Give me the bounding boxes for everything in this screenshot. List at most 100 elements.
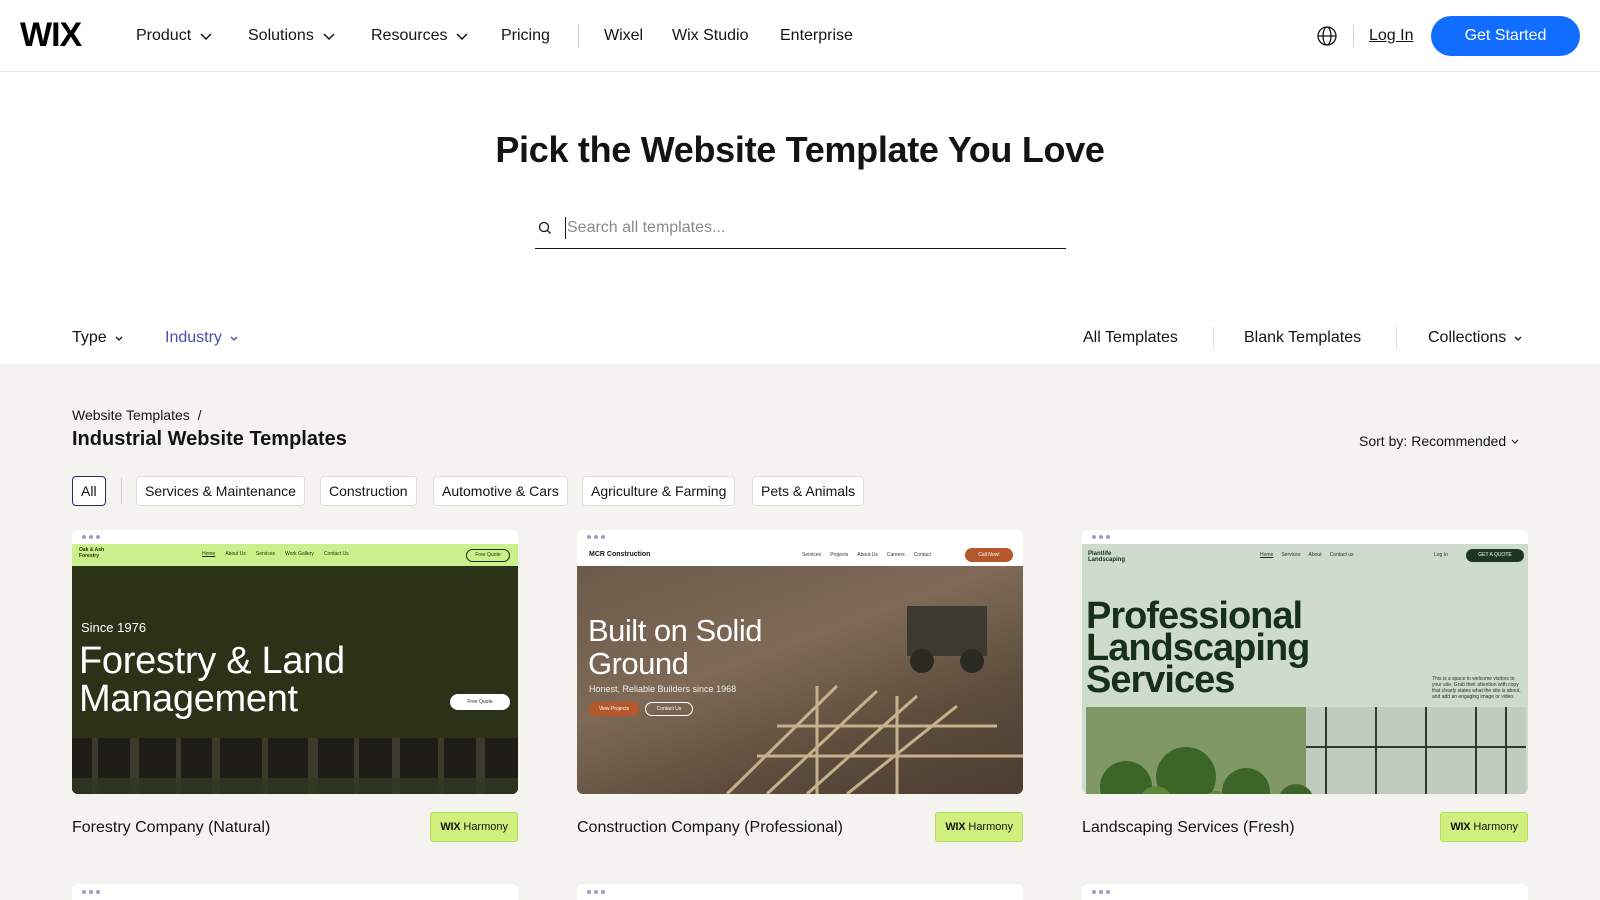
search-input[interactable] bbox=[565, 217, 1035, 239]
preview-brand: Plantlife Landscaping bbox=[1088, 551, 1126, 563]
nav-enterprise[interactable]: Enterprise bbox=[780, 26, 853, 46]
preview-eyebrow: Since 1976 bbox=[81, 620, 147, 635]
preview-nav-item: About Us bbox=[857, 552, 878, 558]
harmony-badge: WIX Harmony bbox=[1440, 812, 1528, 842]
preview-headline: Professional Landscaping Services bbox=[1086, 597, 1310, 699]
preview-brand: Oak & Ash Forestry bbox=[79, 547, 105, 559]
page-title: Pick the Website Template You Love bbox=[495, 129, 1105, 170]
preview-nav-item: Services bbox=[255, 551, 276, 557]
greenhouse-illustration bbox=[1086, 707, 1526, 794]
nav-divider bbox=[1353, 25, 1354, 47]
template-name[interactable]: Construction Company (Professional) bbox=[577, 818, 843, 838]
preview-nav: Home About Us Services Work Gallery Cont… bbox=[202, 551, 349, 557]
nav-resources-label: Resources bbox=[371, 27, 448, 44]
type-filter[interactable]: Type bbox=[72, 328, 125, 348]
template-card[interactable]: Oak & Ash Forestry Home About Us Service… bbox=[72, 530, 518, 842]
window-dots bbox=[1092, 890, 1110, 894]
blank-templates-link[interactable]: Blank Templates bbox=[1244, 328, 1361, 348]
preview-cta: Free Quote bbox=[450, 694, 510, 710]
filter-divider bbox=[1396, 327, 1397, 349]
collections-label: Collections bbox=[1428, 329, 1507, 346]
preview-nav-item: About bbox=[1308, 552, 1322, 558]
template-card-next[interactable] bbox=[1082, 884, 1528, 900]
template-thumbnail[interactable]: Oak & Ash Forestry Home About Us Service… bbox=[72, 530, 518, 794]
template-thumbnail[interactable]: Professional Landscaping Services This i… bbox=[1082, 530, 1528, 794]
breadcrumb-website-templates[interactable]: Website Templates bbox=[72, 407, 190, 423]
preview-nav-item: Work Gallery bbox=[285, 551, 314, 557]
get-started-button[interactable]: Get Started bbox=[1431, 16, 1580, 56]
template-search bbox=[535, 208, 1066, 249]
nav-product-label: Product bbox=[136, 27, 192, 44]
badge-brand: WIX bbox=[1450, 821, 1471, 833]
top-navigation: WIX Product Solutions Resources Pricing … bbox=[0, 0, 1600, 72]
template-name[interactable]: Landscaping Services (Fresh) bbox=[1082, 818, 1295, 838]
chevron-down-icon bbox=[230, 336, 238, 341]
preview-nav: Services Projects About Us Careers Conta… bbox=[802, 552, 931, 558]
preview-headline-line: Built on Solid bbox=[588, 613, 762, 648]
chip-pets-animals[interactable]: Pets & Animals bbox=[752, 476, 865, 506]
chip-services-maintenance[interactable]: Services & Maintenance bbox=[136, 476, 305, 506]
badge-label: Harmony bbox=[968, 821, 1013, 833]
window-dots bbox=[82, 535, 100, 539]
nav-solutions[interactable]: Solutions bbox=[248, 26, 336, 46]
template-thumbnail[interactable]: MCR Construction Services Projects About… bbox=[577, 530, 1023, 794]
template-preview: Professional Landscaping Services This i… bbox=[1082, 544, 1528, 794]
preview-nav-item: Projects bbox=[830, 552, 849, 558]
login-link[interactable]: Log In bbox=[1369, 26, 1413, 46]
preview-header: Oak & Ash Forestry Home About Us Service… bbox=[72, 544, 518, 566]
chip-automotive-cars[interactable]: Automotive & Cars bbox=[433, 476, 568, 506]
template-preview: Oak & Ash Forestry Home About Us Service… bbox=[72, 544, 518, 794]
template-card[interactable]: MCR Construction Services Projects About… bbox=[577, 530, 1023, 842]
all-templates-link[interactable]: All Templates bbox=[1083, 328, 1178, 348]
template-name[interactable]: Forestry Company (Natural) bbox=[72, 818, 270, 838]
chevron-down-icon bbox=[323, 33, 335, 41]
window-dots bbox=[587, 890, 605, 894]
template-card[interactable]: Professional Landscaping Services This i… bbox=[1082, 530, 1528, 842]
preview-brand: MCR Construction bbox=[589, 551, 651, 558]
template-preview: MCR Construction Services Projects About… bbox=[577, 544, 1023, 794]
chip-agriculture-farming[interactable]: Agriculture & Farming bbox=[582, 476, 736, 506]
preview-construction-image: Built on Solid Ground Honest, Reliable B… bbox=[577, 566, 1023, 794]
preview-nav-item: Home bbox=[202, 551, 216, 557]
preview-button: Call Now! bbox=[965, 548, 1013, 562]
preview-header: MCR Construction Services Projects About… bbox=[577, 544, 1023, 566]
globe-icon[interactable] bbox=[1316, 25, 1338, 47]
nav-wix-studio[interactable]: Wix Studio bbox=[672, 26, 748, 46]
preview-nav-item: Contact Us bbox=[323, 551, 349, 557]
preview-hero: Since 1976 Forestry & Land Management Fr… bbox=[72, 566, 518, 738]
industry-filter-label: Industry bbox=[165, 329, 222, 346]
industry-filter[interactable]: Industry bbox=[165, 328, 240, 348]
nav-wixel[interactable]: Wixel bbox=[604, 26, 643, 46]
preview-greenhouse-image bbox=[1086, 707, 1526, 794]
section-heading: Industrial Website Templates bbox=[72, 428, 347, 450]
preview-description: This is a space to welcome visitors to y… bbox=[1432, 676, 1521, 700]
preview-login: Log In bbox=[1434, 552, 1448, 558]
badge-brand: WIX bbox=[945, 821, 966, 833]
badge-label: Harmony bbox=[463, 821, 508, 833]
chip-all[interactable]: All bbox=[72, 476, 106, 506]
nav-pricing[interactable]: Pricing bbox=[501, 26, 550, 46]
template-card-next[interactable] bbox=[72, 884, 518, 900]
preview-nav-item: Contact us bbox=[1329, 552, 1354, 558]
chevron-down-icon bbox=[1514, 336, 1522, 341]
sort-value: Recommended bbox=[1411, 433, 1507, 449]
chevron-down-icon bbox=[115, 336, 123, 341]
chip-construction[interactable]: Construction bbox=[320, 476, 417, 506]
nav-resources[interactable]: Resources bbox=[371, 26, 469, 46]
template-card-next[interactable] bbox=[577, 884, 1023, 900]
nav-divider bbox=[578, 24, 579, 48]
chip-divider bbox=[121, 478, 122, 504]
wix-logo[interactable]: WIX bbox=[20, 18, 82, 52]
breadcrumb-separator: / bbox=[197, 407, 202, 423]
window-dots bbox=[1092, 535, 1110, 539]
sort-dropdown[interactable]: Sort by: Recommended bbox=[1359, 432, 1520, 450]
preview-button: GET A QUOTE bbox=[1466, 549, 1524, 562]
sort-label: Sort by: bbox=[1359, 433, 1408, 449]
chevron-down-icon bbox=[1511, 439, 1519, 444]
preview-nav: Home Services About Contact us bbox=[1260, 552, 1354, 558]
preview-nav-item: Services bbox=[1281, 552, 1301, 558]
collections-filter[interactable]: Collections bbox=[1428, 328, 1524, 348]
nav-product[interactable]: Product bbox=[136, 26, 213, 46]
filter-divider bbox=[1213, 327, 1214, 349]
preview-headline-line: Forestry & Land bbox=[79, 640, 345, 682]
